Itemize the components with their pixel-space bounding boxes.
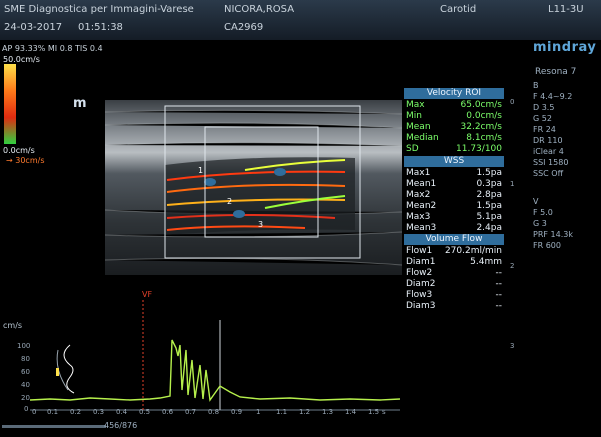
b-setting: F 4.4~9.2 (533, 92, 573, 101)
trace-x-tick: 0.8 (208, 408, 220, 416)
trace-y-tick: 100 (17, 342, 31, 350)
b-setting: G 52 (533, 114, 552, 123)
trace-x-tick: 0.7 (185, 408, 197, 416)
acquisition-params: AP 93.33% MI 0.8 TIS 0.4 (2, 44, 103, 53)
b-setting: D 3.5 (533, 103, 555, 112)
velocity-row: Median 8.1cm/s (406, 133, 502, 143)
velocity-row: Min 0.0cm/s (406, 111, 502, 121)
header-bar: SME Diagnostica per Immagini-Varese 24-0… (0, 0, 601, 40)
probe-name: L11-3U (548, 4, 584, 15)
volume-flow-title: Volume Flow (404, 234, 504, 245)
color-scale-bottom: 0.0cm/s (3, 146, 35, 155)
velocity-roi-title: Velocity ROI (404, 88, 504, 99)
trace-x-tick: 1.5 (368, 408, 380, 416)
trace-x-tick: 1.3 (322, 408, 334, 416)
v-mode-title: V (533, 197, 539, 206)
b-setting: FR 24 (533, 125, 556, 134)
velocity-row: Max 65.0cm/s (406, 100, 502, 110)
wss-row: Mean2 1.5pa (406, 201, 502, 211)
b-setting: DR 110 (533, 136, 563, 145)
trace-x-axis: 0 0.1 0.2 0.3 0.4 0.5 0.6 0.7 0.8 0.9 1 … (30, 408, 410, 418)
trace-x-tick: 1.4 (345, 408, 357, 416)
roi-label-3: 3 (258, 220, 264, 229)
exam-type: Carotid (440, 4, 477, 15)
trace-x-tick: 1.1 (276, 408, 288, 416)
patient-name: NICORA,ROSA (224, 4, 295, 15)
v-setting: FR 600 (533, 241, 561, 250)
v-setting: F 5.0 (533, 208, 553, 217)
trace-y-unit: cm/s (3, 321, 23, 330)
roi-label-1: 1 (198, 166, 204, 175)
velocity-row: Mean 32.2cm/s (406, 122, 502, 132)
trace-y-tick: 20 (21, 394, 30, 402)
brand-logo: mindray (533, 40, 597, 55)
trace-y-tick: 80 (21, 355, 30, 363)
wss-row: Max2 2.8pa (406, 190, 502, 200)
ultrasound-image[interactable] (105, 100, 402, 275)
flow-row: Diam2 -- (406, 279, 502, 289)
flow-row: Flow3 -- (406, 290, 502, 300)
trace-x-unit: s (382, 408, 386, 416)
system-model: Resona 7 (535, 67, 577, 77)
velocity-arrow-label: → 30cm/s (6, 156, 45, 165)
wss-row: Max3 5.1pa (406, 212, 502, 222)
institution-name: SME Diagnostica per Immagini-Varese (4, 4, 194, 15)
flow-row: Flow1 270.2ml/min (406, 246, 502, 256)
patient-id: CA2969 (224, 22, 264, 33)
trace-x-tick: 0 (32, 408, 37, 416)
wss-row: Mean3 2.4pa (406, 223, 502, 233)
trace-x-tick: 0.2 (70, 408, 82, 416)
b-setting: SSI 1580 (533, 158, 569, 167)
trace-x-tick: 0.5 (139, 408, 151, 416)
vf-marker-label: VF (142, 290, 153, 299)
trace-x-tick: 0.1 (47, 408, 59, 416)
exam-date: 24-03-2017 (4, 22, 63, 33)
color-scale-top: 50.0cm/s (3, 55, 40, 64)
depth-tick: 0 (510, 98, 515, 106)
trace-x-tick: 0.6 (162, 408, 174, 416)
depth-tick: 2 (510, 262, 515, 270)
depth-tick: 1 (510, 180, 515, 188)
flow-trace[interactable] (30, 300, 405, 420)
wss-row: Mean1 0.3pa (406, 179, 502, 189)
trace-x-tick: 1.2 (299, 408, 311, 416)
trace-x-tick: 1 (256, 408, 261, 416)
b-setting: SSC Off (533, 169, 564, 178)
flow-row: Flow2 -- (406, 268, 502, 278)
flow-row: Diam1 5.4mm (406, 257, 502, 267)
probe-orientation-marker: m (73, 96, 87, 111)
frame-scrollbar[interactable] (2, 425, 106, 428)
trace-y-tick: 0 (24, 405, 29, 413)
trace-y-tick: 60 (21, 368, 30, 376)
frame-counter: 456/876 (104, 421, 138, 430)
velocity-row: SD 11.73/100 (406, 144, 502, 154)
trace-x-tick: 0.3 (93, 408, 105, 416)
depth-tick: 3 (510, 342, 515, 350)
exam-time: 01:51:38 (78, 22, 123, 33)
flow-row: Diam3 -- (406, 301, 502, 311)
b-setting: iClear 4 (533, 147, 564, 156)
wss-row: Max1 1.5pa (406, 168, 502, 178)
roi-label-2: 2 (227, 197, 233, 206)
b-mode-title: B (533, 81, 539, 90)
color-scale-bar (4, 64, 16, 144)
trace-y-tick: 40 (21, 381, 30, 389)
v-setting: PRF 14.3k (533, 230, 573, 239)
trace-x-tick: 0.9 (231, 408, 243, 416)
wss-title: WSS (404, 156, 504, 167)
trace-x-tick: 0.4 (116, 408, 128, 416)
v-setting: G 3 (533, 219, 547, 228)
